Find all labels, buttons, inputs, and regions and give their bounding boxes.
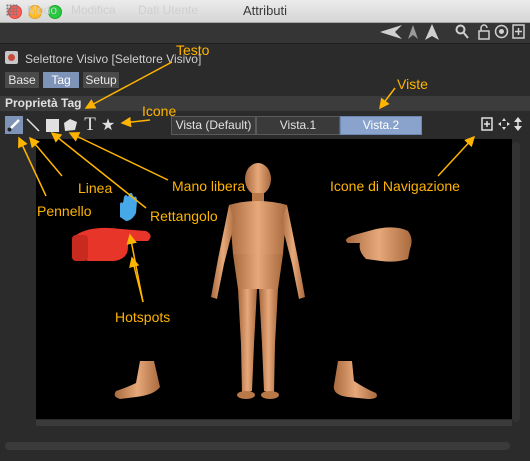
arrow-hotspot-2	[126, 233, 144, 303]
annotation-mano-libera: Mano libera	[172, 178, 246, 194]
arrow-viste	[379, 87, 396, 110]
annotation-rettangolo: Rettangolo	[150, 208, 218, 224]
annotation-viste: Viste	[397, 76, 428, 92]
annotation-pennello: Pennello	[37, 203, 92, 219]
arrow-icone	[120, 116, 151, 128]
arrow-rettangolo	[50, 132, 147, 209]
arrow-navigazione	[437, 135, 476, 177]
arrow-mano-libera	[68, 132, 169, 181]
annotation-icone-navigazione: Icone di Navigazione	[330, 178, 460, 194]
annotation-icone: Icone	[142, 103, 177, 119]
arrow-testo	[84, 61, 173, 109]
annotation-arrows	[18, 61, 476, 303]
annotation-testo: Testo	[176, 42, 210, 58]
annotation-linea: Linea	[78, 180, 113, 196]
arrow-pennello	[18, 136, 47, 197]
annotation-hotspots: Hotspots	[115, 309, 171, 325]
